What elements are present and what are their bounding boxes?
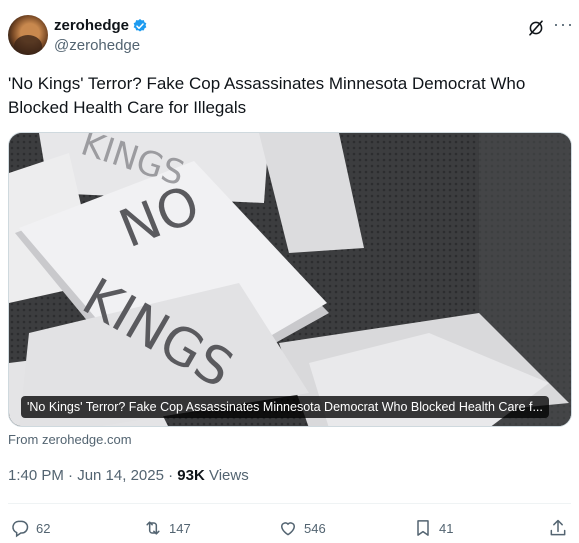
link-card[interactable]: KINGS NO KINGS 'No Kings' Terror? Fake C… [8, 132, 572, 427]
card-caption: 'No Kings' Terror? Fake Cop Assassinates… [21, 396, 549, 418]
author-handle[interactable]: @zerohedge [54, 36, 148, 56]
tweet-text: 'No Kings' Terror? Fake Cop Assassinates… [8, 74, 526, 117]
heart-icon [280, 522, 296, 536]
reply-count: 62 [36, 520, 51, 536]
like-count: 546 [304, 520, 326, 536]
repost-icon [146, 521, 160, 535]
display-name-text[interactable]: zerohedge [54, 16, 129, 36]
grok-icon[interactable] [527, 19, 545, 37]
views-count: 93K [177, 467, 205, 484]
bookmark-icon [417, 520, 429, 536]
repost-button[interactable]: 147 [143, 514, 191, 542]
author-names: zerohedge @zerohedge [54, 16, 148, 56]
bookmark-count: 41 [439, 520, 454, 536]
author-display-name[interactable]: zerohedge [54, 16, 148, 36]
bookmark-button[interactable]: 41 [413, 514, 453, 542]
like-button[interactable]: 546 [278, 514, 326, 542]
action-bar: 62 147 546 41 [8, 514, 571, 542]
verified-badge-icon [133, 19, 147, 32]
tweet-header: zerohedge @zerohedge ··· [8, 15, 573, 59]
card-image: KINGS NO KINGS [9, 133, 571, 426]
tweet-meta: 1:40 PM · Jun 14, 2025 · 93K Views [8, 467, 249, 484]
views-label: Views [204, 467, 249, 484]
reply-icon [12, 520, 29, 538]
share-icon [550, 519, 566, 536]
share-button[interactable] [548, 514, 568, 542]
more-options-icon[interactable]: ··· [553, 15, 573, 37]
timestamp[interactable]: 1:40 PM · Jun 14, 2025 · [8, 467, 177, 484]
avatar[interactable] [8, 15, 48, 55]
reply-button[interactable]: 62 [10, 514, 50, 542]
divider [8, 503, 571, 504]
repost-count: 147 [169, 520, 191, 536]
card-source[interactable]: From zerohedge.com [8, 432, 132, 447]
